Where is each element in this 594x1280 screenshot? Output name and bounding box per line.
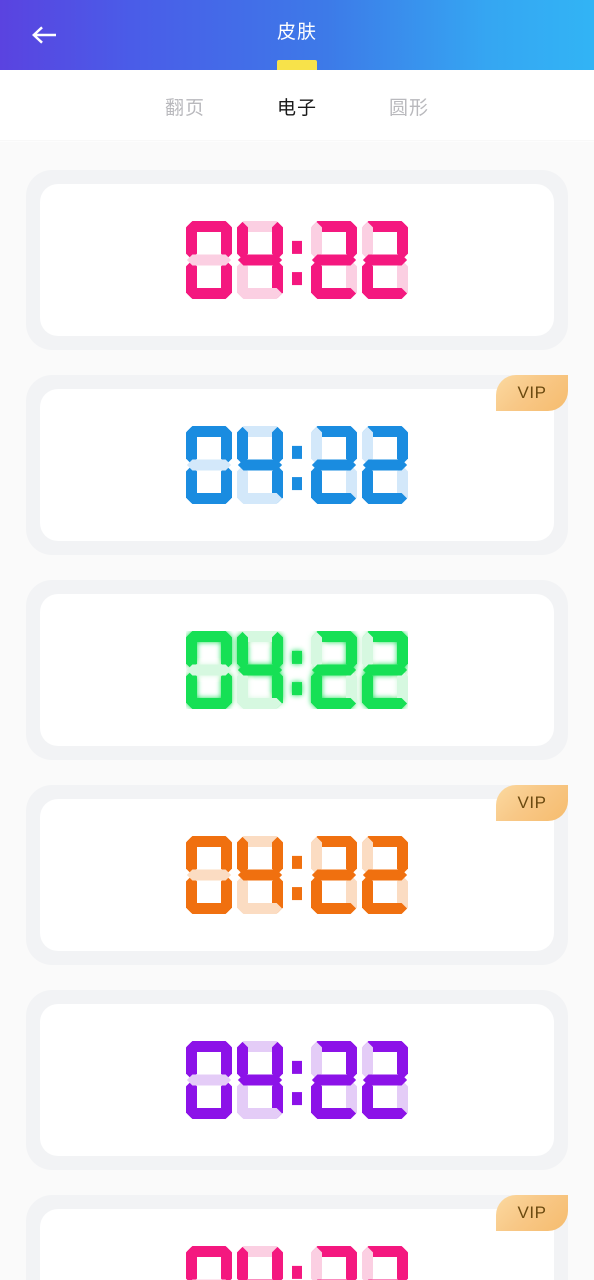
skin-list[interactable]: VIP VIP VIP (0, 142, 594, 1280)
tab-bar: 翻页 电子 圆形 (0, 70, 594, 142)
vip-badge[interactable]: VIP (496, 375, 568, 411)
skin-picker-screen: 皮肤 翻页 电子 圆形 VIP VIP VIP (0, 0, 594, 1280)
lcd-time-display (186, 631, 408, 709)
orange-lcd-skin[interactable] (40, 799, 554, 951)
lcd-time-display (186, 836, 408, 914)
back-button[interactable] (22, 13, 66, 57)
tab-fanye[interactable]: 翻页 (129, 93, 241, 120)
pink-lcd-skin[interactable] (40, 184, 554, 336)
purple-lcd-skin[interactable] (40, 1004, 554, 1156)
page-title: 皮肤 (276, 21, 317, 43)
title-underline (277, 60, 317, 70)
skin-card[interactable] (26, 990, 568, 1170)
skin-card[interactable]: VIP (26, 1195, 568, 1280)
green-lcd-skin[interactable] (40, 594, 554, 746)
partial-lcd-skin[interactable] (40, 1209, 554, 1280)
blue-lcd-skin[interactable] (40, 389, 554, 541)
skin-card[interactable]: VIP (26, 785, 568, 965)
skin-card[interactable] (26, 580, 568, 760)
vip-badge[interactable]: VIP (496, 785, 568, 821)
lcd-time-display (186, 1246, 408, 1280)
tab-yuanxing[interactable]: 圆形 (353, 93, 465, 120)
lcd-time-display (186, 426, 408, 504)
lcd-time-display (186, 1041, 408, 1119)
tab-dianzi[interactable]: 电子 (241, 93, 353, 120)
skin-card[interactable]: VIP (26, 375, 568, 555)
app-header: 皮肤 (0, 0, 594, 70)
lcd-time-display (186, 221, 408, 299)
vip-badge[interactable]: VIP (496, 1195, 568, 1231)
arrow-left-icon (32, 26, 56, 44)
skin-card[interactable] (26, 170, 568, 350)
